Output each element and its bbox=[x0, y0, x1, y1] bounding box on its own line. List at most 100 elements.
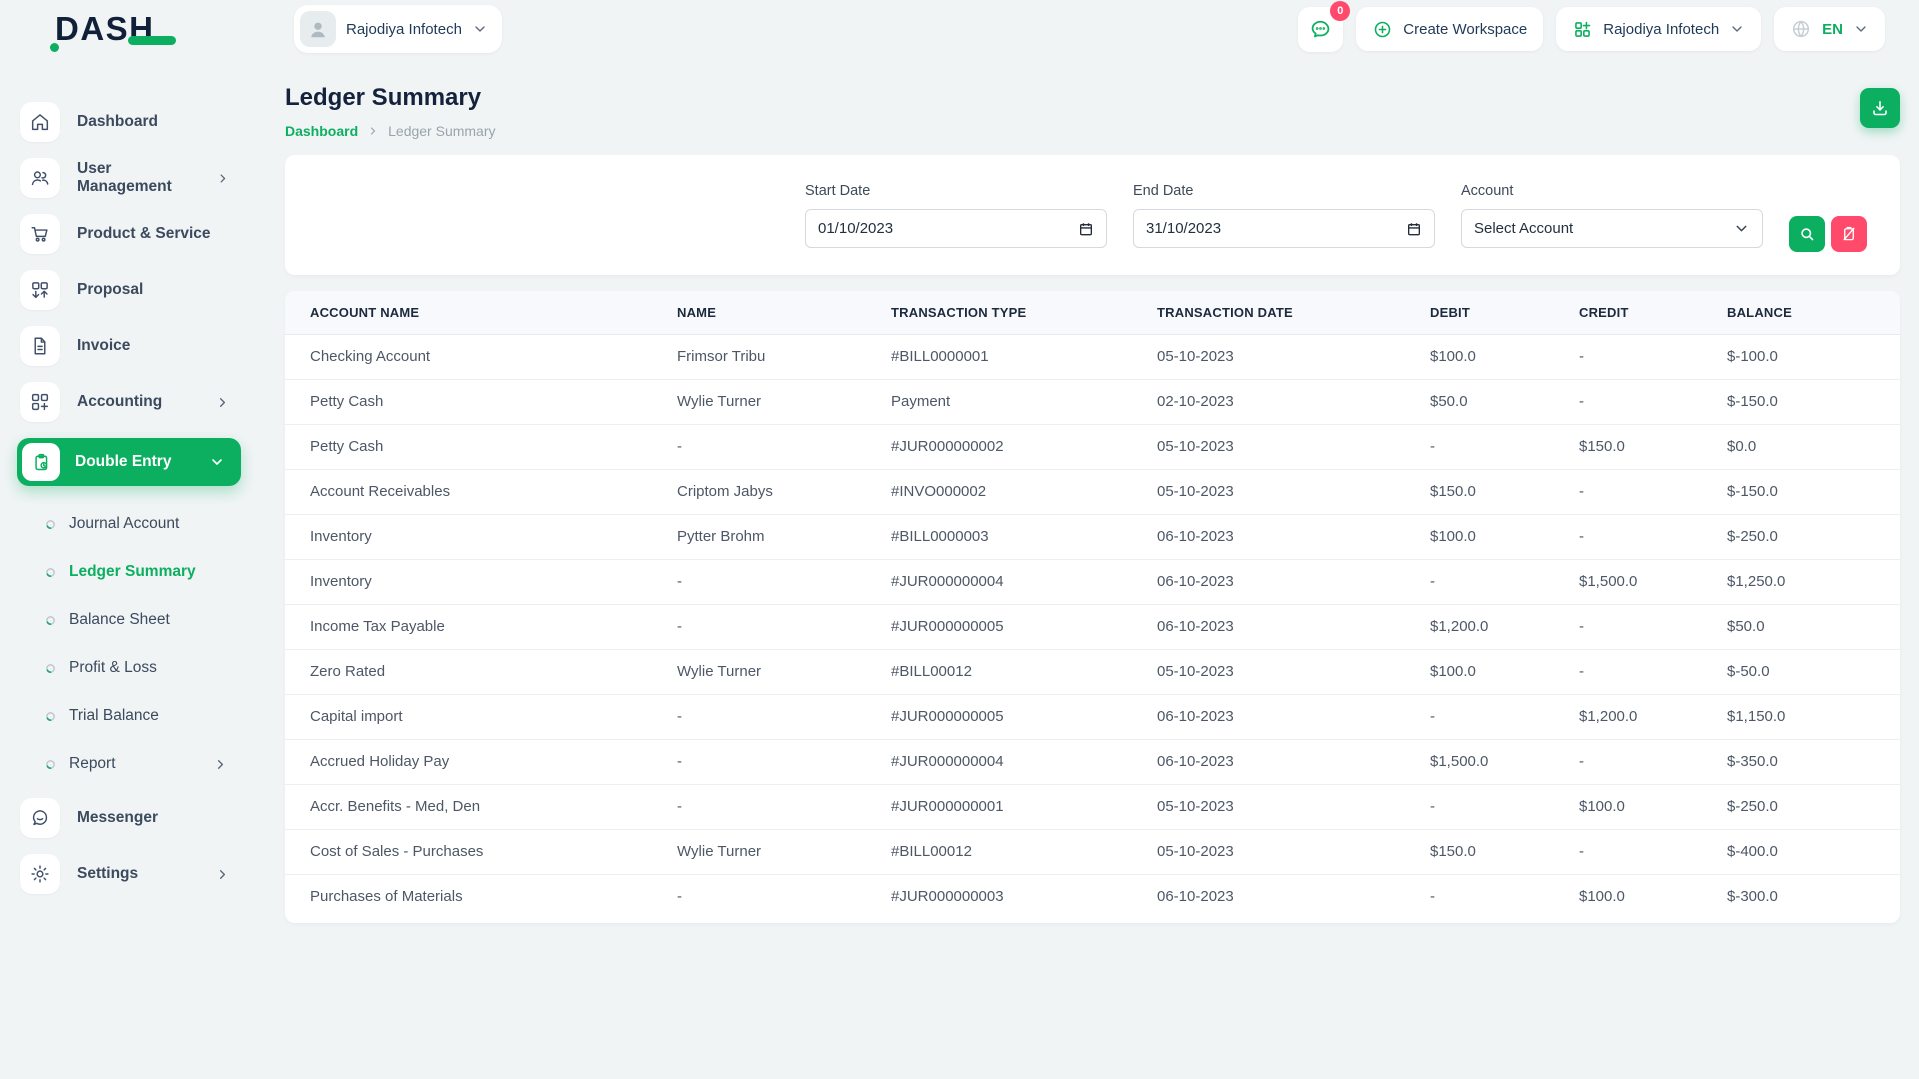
table-cell: Payment bbox=[891, 379, 1157, 424]
accounting-icon bbox=[29, 391, 51, 413]
sidebar-item-balance-sheet[interactable]: Balance Sheet bbox=[20, 596, 258, 644]
table-cell: Accrued Holiday Pay bbox=[285, 739, 677, 784]
workspace-selector-label: Rajodiya Infotech bbox=[346, 21, 462, 38]
sidebar-item-double-entry[interactable]: Double Entry bbox=[17, 438, 241, 486]
table-cell: 02-10-2023 bbox=[1157, 379, 1430, 424]
sidebar-item-user-management[interactable]: User Management bbox=[20, 158, 258, 198]
calendar-icon[interactable] bbox=[1078, 221, 1094, 237]
sidebar-item-product-service[interactable]: Product & Service bbox=[20, 214, 258, 254]
bullet-icon bbox=[45, 519, 56, 530]
download-button[interactable] bbox=[1860, 88, 1900, 128]
breadcrumb: Dashboard Ledger Summary bbox=[285, 123, 496, 139]
table-row: Petty CashWylie TurnerPayment02-10-2023$… bbox=[285, 379, 1900, 424]
start-date-label: Start Date bbox=[805, 183, 1107, 199]
messenger-icon bbox=[29, 807, 51, 829]
chevron-down-icon bbox=[1853, 21, 1869, 37]
breadcrumb-dashboard-link[interactable]: Dashboard bbox=[285, 123, 358, 139]
company-menu[interactable]: Rajodiya Infotech bbox=[1556, 7, 1761, 51]
home-icon bbox=[29, 111, 51, 133]
chevron-down-icon bbox=[472, 21, 488, 37]
sidebar-item-messenger[interactable]: Messenger bbox=[20, 798, 258, 838]
create-workspace-button[interactable]: Create Workspace bbox=[1356, 7, 1543, 51]
table-cell: 06-10-2023 bbox=[1157, 739, 1430, 784]
main-content: Ledger Summary Dashboard Ledger Summary … bbox=[285, 58, 1900, 923]
table-cell: $1,500.0 bbox=[1579, 559, 1727, 604]
filter-actions bbox=[1789, 216, 1867, 252]
table-cell: $150.0 bbox=[1430, 829, 1579, 874]
app-root: DASH Rajodiya Infotech 0 bbox=[0, 0, 1919, 1079]
search-button[interactable] bbox=[1789, 216, 1825, 252]
table-cell: - bbox=[1579, 334, 1727, 379]
language-menu-label: EN bbox=[1822, 21, 1843, 38]
table-cell: - bbox=[677, 604, 891, 649]
chevron-down-icon bbox=[1729, 21, 1745, 37]
account-select-value: Select Account bbox=[1474, 220, 1573, 237]
table-cell: $100.0 bbox=[1430, 334, 1579, 379]
table-cell: - bbox=[677, 694, 891, 739]
sidebar-item-journal-account[interactable]: Journal Account bbox=[20, 500, 258, 548]
table-cell: #BILL00012 bbox=[891, 829, 1157, 874]
sidebar-item-report[interactable]: Report bbox=[20, 740, 258, 788]
table-cell: 06-10-2023 bbox=[1157, 514, 1430, 559]
end-date-field[interactable] bbox=[1133, 209, 1435, 248]
table-row: Zero RatedWylie Turner#BILL0001205-10-20… bbox=[285, 649, 1900, 694]
start-date-field[interactable] bbox=[805, 209, 1107, 248]
table-cell: - bbox=[677, 424, 891, 469]
table-cell: $1,200.0 bbox=[1579, 694, 1727, 739]
start-date-input[interactable] bbox=[818, 220, 1018, 237]
messages-button[interactable]: 0 bbox=[1298, 7, 1343, 52]
table-cell: - bbox=[1579, 649, 1727, 694]
table-cell: Wylie Turner bbox=[677, 649, 891, 694]
table-cell: Cost of Sales - Purchases bbox=[285, 829, 677, 874]
table-cell: $1,250.0 bbox=[1727, 559, 1900, 604]
bullet-icon bbox=[45, 567, 56, 578]
table-cell: $1,200.0 bbox=[1430, 604, 1579, 649]
bullet-icon bbox=[45, 663, 56, 674]
table-cell: Petty Cash bbox=[285, 379, 677, 424]
table-cell: $1,150.0 bbox=[1727, 694, 1900, 739]
sidebar-item-ledger-summary[interactable]: Ledger Summary bbox=[20, 548, 258, 596]
table-row: Checking AccountFrimsor Tribu#BILL000000… bbox=[285, 334, 1900, 379]
table-cell: - bbox=[1579, 379, 1727, 424]
clipboard-clock-icon bbox=[31, 452, 52, 473]
sidebar-item-invoice[interactable]: Invoice bbox=[20, 326, 258, 366]
sidebar-item-profit-loss[interactable]: Profit & Loss bbox=[20, 644, 258, 692]
bullet-icon bbox=[45, 759, 56, 770]
table-cell: $100.0 bbox=[1430, 649, 1579, 694]
table-row: Purchases of Materials-#JUR00000000306-1… bbox=[285, 874, 1900, 919]
reset-filter-button[interactable] bbox=[1831, 216, 1867, 252]
table-cell: Criptom Jabys bbox=[677, 469, 891, 514]
table-cell: - bbox=[677, 874, 891, 919]
brand-logo[interactable]: DASH bbox=[0, 10, 258, 48]
language-menu[interactable]: EN bbox=[1774, 7, 1885, 51]
table-cell: 05-10-2023 bbox=[1157, 649, 1430, 694]
sidebar-item-accounting[interactable]: Accounting bbox=[20, 382, 258, 422]
table-cell: Checking Account bbox=[285, 334, 677, 379]
calendar-icon[interactable] bbox=[1406, 221, 1422, 237]
table-cell: - bbox=[1430, 694, 1579, 739]
workspace-selector[interactable]: Rajodiya Infotech bbox=[294, 5, 502, 53]
table-cell: #JUR000000005 bbox=[891, 604, 1157, 649]
table-cell: #BILL00012 bbox=[891, 649, 1157, 694]
company-menu-label: Rajodiya Infotech bbox=[1603, 21, 1719, 38]
column-header-transaction-type: TRANSACTION TYPE bbox=[891, 291, 1157, 334]
table-cell: - bbox=[1579, 514, 1727, 559]
chat-icon bbox=[1308, 17, 1333, 42]
table-cell: 05-10-2023 bbox=[1157, 829, 1430, 874]
sidebar-item-dashboard[interactable]: Dashboard bbox=[20, 102, 258, 142]
column-header-balance: BALANCE bbox=[1727, 291, 1900, 334]
end-date-input[interactable] bbox=[1146, 220, 1346, 237]
table-cell: #JUR000000005 bbox=[891, 694, 1157, 739]
account-select[interactable]: Select Account bbox=[1461, 209, 1763, 248]
table-cell: $100.0 bbox=[1579, 784, 1727, 829]
sidebar-item-trial-balance[interactable]: Trial Balance bbox=[20, 692, 258, 740]
sidebar-item-settings[interactable]: Settings bbox=[20, 854, 258, 894]
table-cell: - bbox=[1430, 784, 1579, 829]
chevron-right-icon bbox=[215, 395, 230, 410]
table-cell: 06-10-2023 bbox=[1157, 559, 1430, 604]
table-cell: - bbox=[677, 559, 891, 604]
sidebar-item-proposal[interactable]: Proposal bbox=[20, 270, 258, 310]
table-cell: $50.0 bbox=[1430, 379, 1579, 424]
table-row: Account ReceivablesCriptom Jabys#INVO000… bbox=[285, 469, 1900, 514]
chevron-right-icon bbox=[367, 125, 379, 137]
